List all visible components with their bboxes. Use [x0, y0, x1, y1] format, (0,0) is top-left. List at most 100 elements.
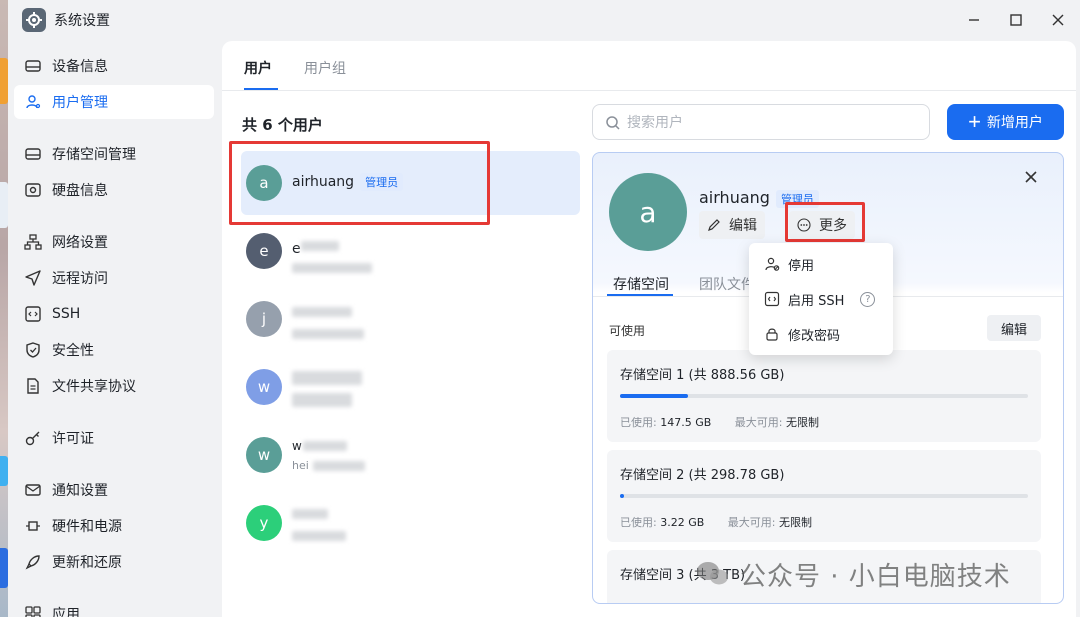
avatar: e: [246, 233, 282, 269]
help-icon[interactable]: ?: [860, 291, 876, 307]
desktop-app-icon: [0, 456, 8, 486]
storage-meta: 已使用: 3.22 GB 最大可用: 无限制: [620, 516, 812, 529]
blurred-detail: [292, 531, 346, 541]
tab-bar: 用户 用户组: [222, 41, 1076, 91]
menu-item-disable[interactable]: 停用: [749, 249, 893, 279]
settings-app-icon: [22, 8, 46, 32]
more-menu: 停用 启用 SSH ? 修改密码: [749, 243, 893, 355]
sidebar-item-label: 硬盘信息: [52, 183, 108, 199]
sidebar-item-file-sharing[interactable]: 文件共享协议: [14, 369, 214, 403]
search-input[interactable]: [627, 112, 917, 134]
detail-avatar: a: [609, 173, 687, 251]
edit-user-button[interactable]: 编辑: [699, 211, 765, 239]
storage-title: 存储空间 2 (共 298.78 GB): [620, 468, 785, 483]
sidebar-item-apps[interactable]: 应用: [14, 597, 214, 617]
tab-users[interactable]: 用户: [244, 58, 272, 78]
key-icon: [25, 431, 40, 446]
ssh-icon: [25, 306, 41, 322]
blurred-detail: [292, 393, 352, 407]
storage-title: 存储空间 1 (共 888.56 GB): [620, 368, 785, 383]
search-icon: [606, 116, 620, 130]
sidebar-item-storage-management[interactable]: 存储空间管理: [14, 137, 214, 171]
menu-item-change-password[interactable]: 修改密码: [749, 319, 893, 349]
shield-icon: [26, 342, 40, 358]
user-subtitle: hei: [292, 459, 309, 472]
plus-icon: +: [968, 109, 981, 134]
usage-bar: [620, 494, 1028, 498]
avatar: w: [246, 437, 282, 473]
more-icon: [797, 218, 811, 232]
lock-icon: [766, 328, 778, 341]
settings-window: 系统设置 设备信息 用户管理 存储空间管理 硬盘信息 网络设置 远程访问 SSH…: [8, 0, 1080, 617]
sidebar-item-update-restore[interactable]: 更新和还原: [14, 545, 214, 579]
sidebar-item-label: 设备信息: [52, 59, 108, 75]
user-list-item[interactable]: j: [241, 287, 580, 351]
sidebar-item-device-info[interactable]: 设备信息: [14, 49, 214, 83]
user-list-item[interactable]: a airhuang 管理员: [241, 151, 580, 215]
sidebar-item-label: 存储空间管理: [52, 147, 136, 163]
sidebar-item-label: 许可证: [52, 431, 94, 447]
sidebar-item-label: 远程访问: [52, 271, 108, 287]
user-list-item[interactable]: w w hei: [241, 423, 580, 487]
edit-storage-button[interactable]: 编辑: [987, 315, 1041, 341]
desktop-app-icon: [0, 182, 8, 228]
user-detail-card: a airhuang 管理员 编辑 更多 存储空间 团队文件 可使用 编辑 存储空…: [592, 152, 1064, 604]
admin-badge: 管理员: [775, 190, 819, 208]
sidebar-item-user-management[interactable]: 用户管理: [14, 85, 214, 119]
storage-card: 存储空间 1 (共 888.56 GB) 已使用: 147.5 GB 最大可用:…: [607, 350, 1041, 442]
close-window-button[interactable]: [1046, 8, 1070, 32]
edit-label: 编辑: [729, 218, 757, 234]
remote-icon: [25, 270, 41, 286]
maximize-button[interactable]: [1004, 8, 1028, 32]
user-name: e: [292, 241, 301, 257]
apps-icon: [25, 606, 41, 617]
available-label: 可使用: [609, 324, 646, 338]
search-box[interactable]: [592, 104, 930, 140]
blurred-name: [292, 509, 328, 519]
sidebar-item-hardware-power[interactable]: 硬件和电源: [14, 509, 214, 543]
blurred-name: [303, 441, 347, 451]
menu-item-enable-ssh[interactable]: 启用 SSH ?: [749, 284, 893, 314]
sidebar-item-notifications[interactable]: 通知设置: [14, 473, 214, 507]
ssh-icon: [764, 291, 780, 307]
disable-user-icon: [765, 257, 780, 271]
sidebar-item-ssh[interactable]: SSH: [14, 297, 214, 331]
add-user-button[interactable]: + 新增用户: [947, 104, 1064, 140]
sidebar-item-label: 网络设置: [52, 235, 108, 251]
pencil-icon: [708, 219, 720, 231]
more-label: 更多: [819, 218, 847, 234]
desktop-background-strip: [0, 0, 8, 617]
sidebar-item-disk-info[interactable]: 硬盘信息: [14, 173, 214, 207]
window-title: 系统设置: [54, 13, 110, 29]
user-list-item[interactable]: e e: [241, 219, 580, 283]
user-name: airhuang 管理员: [292, 173, 404, 191]
add-user-label: 新增用户: [986, 114, 1043, 130]
sidebar-item-remote-access[interactable]: 远程访问: [14, 261, 214, 295]
menu-item-label: 修改密码: [788, 328, 841, 344]
tab-storage[interactable]: 存储空间: [613, 274, 669, 294]
minimize-button[interactable]: [962, 8, 986, 32]
tab-team-files[interactable]: 团队文件: [699, 274, 755, 294]
avatar: j: [246, 301, 282, 337]
close-icon[interactable]: [1023, 169, 1039, 185]
sidebar-item-network[interactable]: 网络设置: [14, 225, 214, 259]
network-icon: [24, 234, 42, 250]
tab-user-groups[interactable]: 用户组: [304, 58, 346, 78]
detail-user-name: airhuang 管理员: [699, 188, 819, 208]
avatar: w: [246, 369, 282, 405]
blurred-detail: [313, 461, 365, 471]
storage-card: 存储空间 2 (共 298.78 GB) 已使用: 3.22 GB 最大可用: …: [607, 450, 1041, 542]
user-list-item[interactable]: w: [241, 355, 580, 419]
avatar: a: [246, 165, 282, 201]
sidebar-item-security[interactable]: 安全性: [14, 333, 214, 367]
sidebar-item-license[interactable]: 许可证: [14, 421, 214, 455]
user-name: w: [292, 439, 302, 453]
usage-bar: [620, 394, 1028, 398]
menu-item-label: 启用 SSH: [788, 293, 845, 309]
user-list-item[interactable]: y: [241, 491, 580, 555]
blurred-name: [292, 307, 352, 317]
user-count-title: 共 6 个用户: [242, 116, 323, 134]
blurred-name: [292, 371, 362, 385]
desktop-app-icon: [0, 548, 8, 588]
more-button[interactable]: 更多: [789, 211, 855, 239]
